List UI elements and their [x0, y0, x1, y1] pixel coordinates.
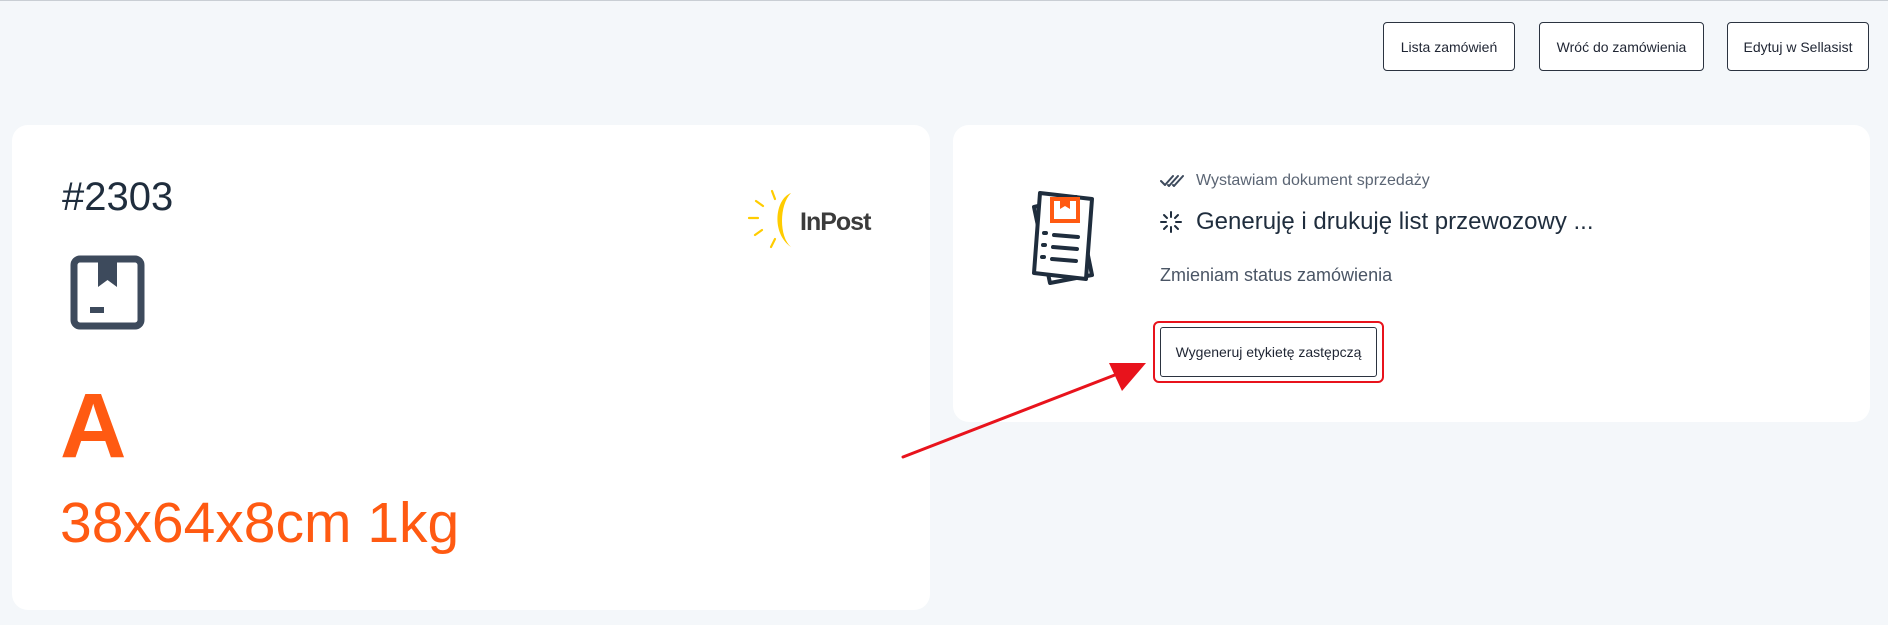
order-number: #2303	[62, 175, 174, 219]
parcel-dimensions: 38x64x8cm 1kg	[60, 491, 460, 555]
step-label: Zmieniam status zamówienia	[1160, 265, 1393, 285]
progress-step-sales-document: Wystawiam dokument sprzedaży	[1160, 172, 1430, 190]
edit-in-sellasist-button[interactable]: Edytuj w Sellasist	[1727, 22, 1869, 71]
progress-step-order-status: Zmieniam status zamówienia	[1160, 265, 1392, 286]
spinner-icon	[1160, 211, 1182, 233]
inpost-logo-text: InPost	[800, 208, 871, 236]
shipment-card: #2303 InPost A 38x64x8cm 1kg	[12, 125, 930, 610]
progress-step-shipping-label: Generuję i drukuję list przewozowy ...	[1160, 208, 1594, 236]
progress-card: Wystawiam dokument sprzedaży Generuję i …	[953, 125, 1870, 422]
parcel-box-icon	[70, 255, 145, 330]
generate-replacement-label-button[interactable]: Wygeneruj etykietę zastępczą	[1160, 327, 1377, 377]
step-label: Generuję i drukuję list przewozowy ...	[1196, 208, 1594, 235]
step-label: Wystawiam dokument sprzedaży	[1196, 172, 1430, 189]
parcel-size-letter: A	[60, 375, 127, 477]
top-divider	[0, 0, 1888, 1]
shipping-document-icon	[1032, 191, 1094, 285]
orders-list-button[interactable]: Lista zamówień	[1383, 22, 1515, 71]
double-check-icon	[1160, 175, 1184, 187]
back-to-order-button[interactable]: Wróć do zamówienia	[1539, 22, 1704, 71]
